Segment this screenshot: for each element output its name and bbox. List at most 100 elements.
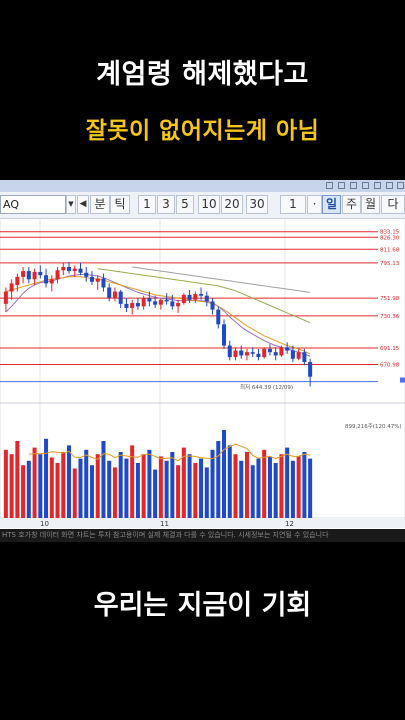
candle-body	[67, 267, 72, 272]
candle-body	[141, 298, 146, 307]
chart-toolbar: AQ ▼ 분 틱 1 3 5 10 20 30 1 · 일 주 월 다 ◀	[0, 192, 405, 219]
symbol-input[interactable]: AQ	[0, 195, 66, 214]
period-button[interactable]: 20	[221, 195, 243, 214]
volume-bar	[164, 460, 169, 518]
volume-bar	[118, 452, 123, 518]
x-axis	[0, 518, 405, 528]
volume-bar	[72, 468, 77, 518]
candle-body	[78, 268, 83, 273]
period-button[interactable]: 30	[246, 195, 268, 214]
volume-bar	[176, 465, 181, 518]
candle-body	[38, 271, 43, 276]
nav-left-icon[interactable]: ◀	[77, 195, 89, 214]
candle-body	[250, 352, 255, 354]
volume-bar	[170, 452, 175, 518]
candle-body	[199, 294, 204, 296]
candle-body	[107, 287, 112, 299]
price-axis-label: 670.98	[380, 362, 400, 368]
candle-body	[44, 275, 49, 284]
candle-body	[187, 294, 192, 300]
candle-body	[164, 299, 169, 302]
price-axis-label: 730.36	[380, 314, 400, 320]
volume-bar	[38, 454, 43, 518]
period-button[interactable]: ·	[307, 195, 322, 214]
x-tick-label: 10	[40, 520, 49, 528]
volume-bar	[302, 452, 307, 518]
candle-body	[170, 301, 175, 307]
period-button[interactable]: 분	[90, 195, 110, 214]
period-button[interactable]: 월	[361, 195, 380, 214]
volume-bar	[9, 454, 14, 518]
volume-bar	[26, 460, 31, 518]
candle-body	[95, 278, 100, 282]
candle-body	[290, 350, 295, 359]
candle-body	[153, 301, 158, 305]
candle-body	[279, 347, 284, 356]
window-titlebar	[0, 180, 405, 192]
candle-body	[61, 267, 66, 271]
candle-body	[285, 347, 290, 351]
candle-body	[3, 291, 8, 304]
price-axis-label: 811.68	[380, 247, 400, 253]
volume-bar	[67, 445, 72, 518]
candle-body	[9, 283, 14, 292]
period-button[interactable]: 일	[322, 195, 341, 214]
low-price-annotation: 최저 644.39 (12/09)	[240, 383, 293, 391]
candle-body	[296, 352, 301, 359]
candle-body	[233, 350, 238, 358]
period-button[interactable]: 주	[342, 195, 361, 214]
volume-bar	[101, 441, 106, 518]
period-button[interactable]: 다	[381, 195, 405, 214]
volume-bar	[227, 445, 232, 518]
candle-body	[239, 350, 244, 356]
candle-body	[147, 298, 152, 302]
period-button[interactable]: 3	[157, 195, 175, 214]
close-icon[interactable]	[397, 182, 404, 189]
candle-body	[302, 352, 307, 362]
candle-body	[26, 271, 31, 280]
settings-icon[interactable]	[362, 182, 369, 189]
window-option-icon[interactable]	[326, 182, 333, 189]
x-tick-label: 12	[285, 520, 294, 528]
volume-bar	[244, 452, 249, 518]
candle-body	[262, 348, 267, 358]
price-axis-label: 751.98	[380, 296, 400, 302]
volume-bar	[32, 447, 37, 518]
x-tick-label: 11	[160, 520, 169, 528]
volume-bar	[290, 460, 295, 518]
window-option-icon[interactable]	[338, 182, 345, 189]
price-axis-label: 691.15	[380, 346, 400, 352]
minimize-icon[interactable]	[374, 182, 381, 189]
period-button[interactable]: 1	[280, 195, 306, 214]
symbol-dropdown-icon[interactable]: ▼	[66, 195, 76, 214]
period-button[interactable]: 10	[198, 195, 220, 214]
volume-bar	[135, 463, 140, 518]
candle-body	[267, 348, 272, 353]
volume-bar	[89, 465, 94, 518]
volume-bar	[78, 458, 83, 518]
candle-body	[204, 295, 209, 302]
headline-top: 계엄령 해제했다고	[96, 59, 309, 90]
volume-bar	[153, 469, 158, 518]
volume-bar	[210, 449, 215, 518]
candle-body	[273, 352, 278, 356]
volume-bar	[273, 463, 278, 518]
volume-bar	[158, 456, 163, 518]
period-button[interactable]: 5	[176, 195, 194, 214]
period-button[interactable]: 틱	[110, 195, 130, 214]
price-chart[interactable]: 833.15826.30811.68795.13751.98730.36691.…	[0, 218, 405, 528]
volume-bar	[239, 460, 244, 518]
candle-body	[101, 278, 106, 288]
candle-body	[84, 272, 89, 277]
maximize-icon[interactable]	[386, 182, 393, 189]
period-button[interactable]: 1	[138, 195, 156, 214]
status-bar: HTS 호가창 데이터 화면 차트는 투자 참고용이며 실제 체결과 다를 수 …	[0, 529, 405, 542]
volume-bar	[15, 441, 20, 518]
volume-bar	[199, 458, 204, 518]
candle-body	[49, 279, 54, 284]
volume-bar	[256, 458, 261, 518]
volume-bar	[296, 456, 301, 518]
candle-body	[135, 303, 140, 307]
window-option-icon[interactable]	[350, 182, 357, 189]
volume-bar	[44, 438, 49, 518]
